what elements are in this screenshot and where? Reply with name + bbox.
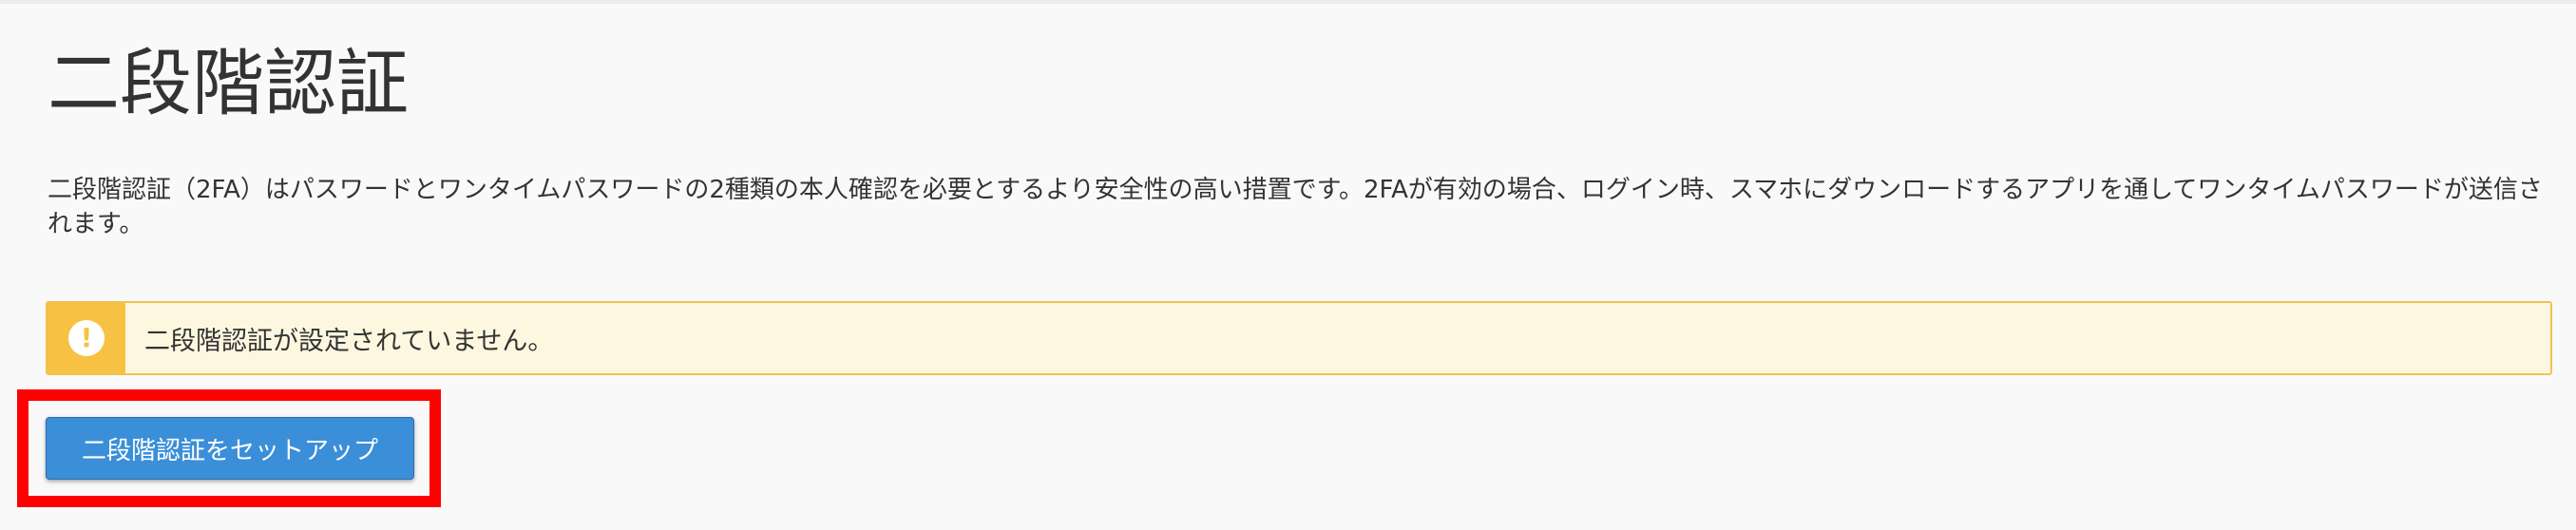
- alert-icon-container: !: [48, 303, 125, 373]
- exclamation-icon: !: [68, 320, 105, 356]
- warning-alert: ! 二段階認証が設定されていません。: [46, 301, 2552, 375]
- page-description: 二段階認証（2FA）はパスワードとワンタイムパスワードの2種類の本人確認を必要と…: [48, 176, 2543, 238]
- top-border: [0, 0, 2576, 4]
- page-title: 二段階認証: [48, 41, 409, 125]
- alert-message: 二段階認証が設定されていません。: [144, 326, 554, 356]
- setup-2fa-button[interactable]: 二段階認証をセットアップ: [46, 417, 414, 480]
